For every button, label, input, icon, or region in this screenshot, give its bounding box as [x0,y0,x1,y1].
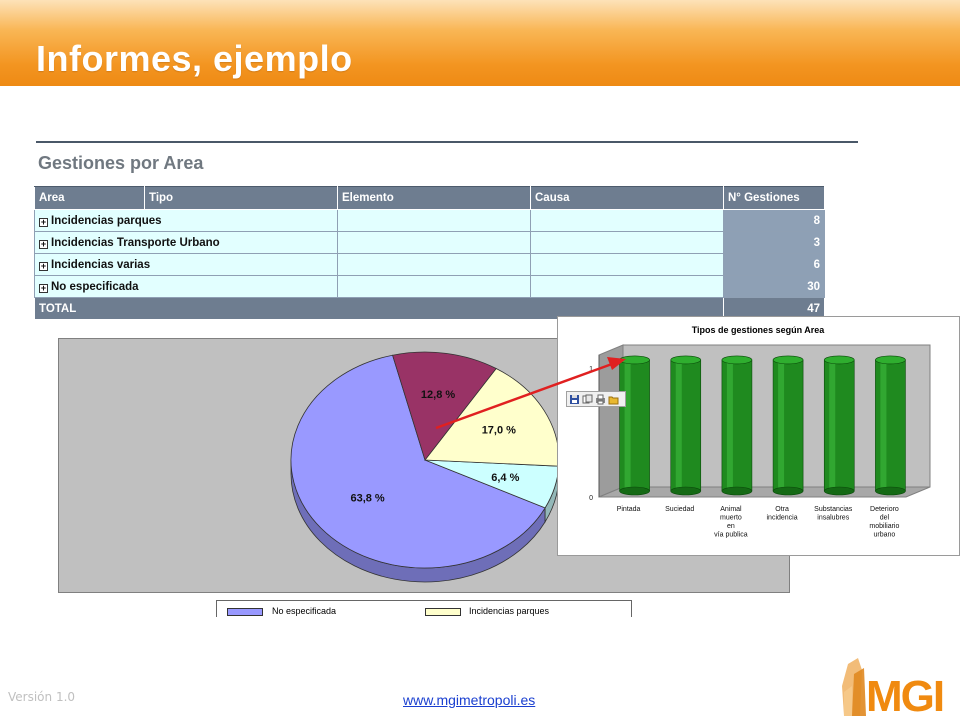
version-label: Versión 1.0 [8,690,76,704]
mgi-logo-text: MGI [866,672,943,718]
website-link[interactable]: www.mgimetropoli.es [403,692,535,708]
annotation-arrow [435,357,626,430]
mgi-logo: MGI [842,658,945,718]
